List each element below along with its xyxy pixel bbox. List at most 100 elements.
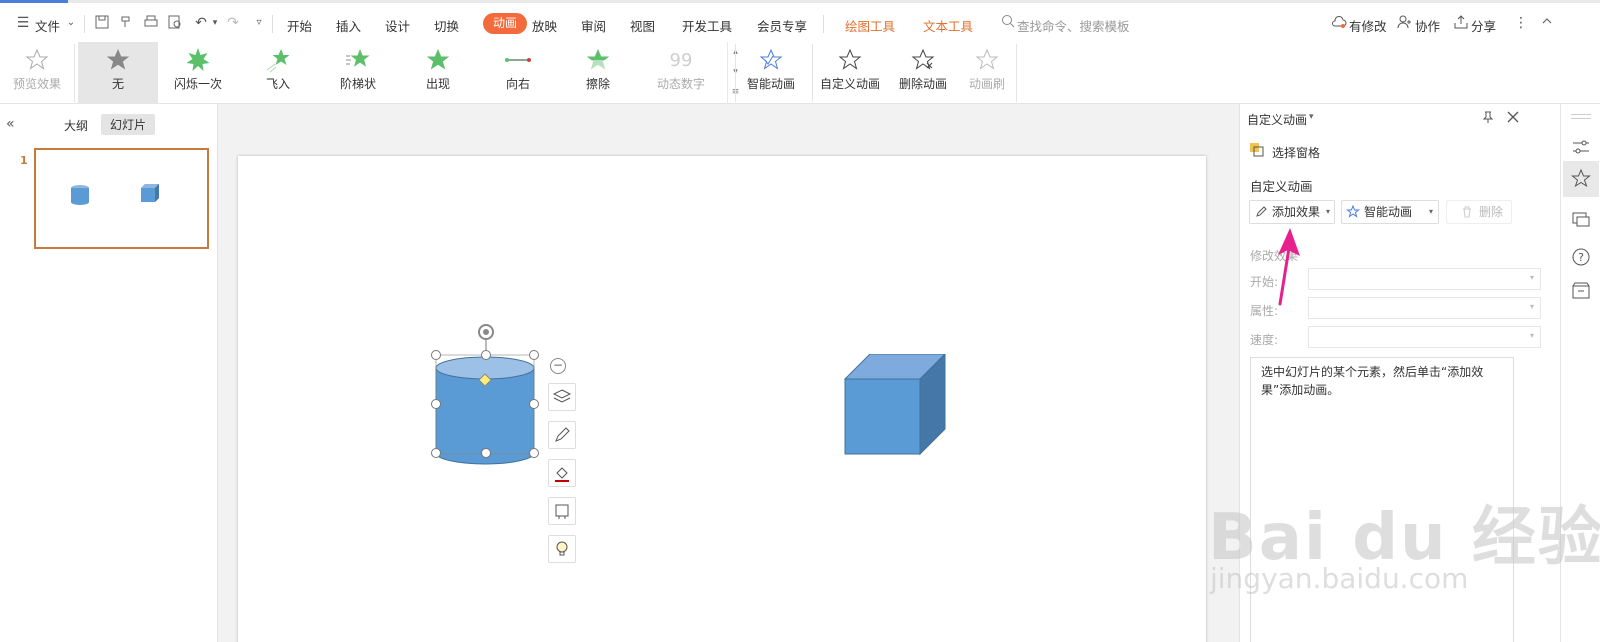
tab-home[interactable]: 开始 [287, 16, 312, 35]
search-input[interactable]: 查找命令、搜索模板 [1017, 16, 1130, 35]
save-icon[interactable] [93, 14, 111, 32]
star-outline-icon[interactable] [1570, 168, 1592, 190]
outline-button[interactable] [548, 421, 576, 449]
delete-animation-button[interactable]: 删除动画 [890, 42, 956, 104]
close-icon[interactable] [1506, 110, 1520, 124]
resize-handle[interactable] [529, 350, 539, 360]
archive-icon[interactable] [1570, 280, 1592, 302]
menu-icon[interactable]: ☰ [14, 14, 32, 32]
hint-text: 选中幻灯片的某个元素，然后单击“添加效果”添加动画。 [1261, 365, 1484, 397]
settings-sliders-icon[interactable] [1570, 136, 1592, 158]
effect-flash-once[interactable]: 闪烁一次 [158, 42, 238, 104]
chevron-down-icon[interactable]: ▾ [1309, 112, 1314, 122]
print-preview-icon[interactable] [166, 14, 184, 32]
smart-tips-button[interactable] [548, 535, 576, 563]
chevron-down-icon: ▾ [1529, 302, 1534, 311]
tab-view[interactable]: 视图 [630, 16, 655, 35]
customize-toolbar-icon[interactable]: ▿ [250, 14, 268, 32]
effect-stairs[interactable]: 阶梯状 [318, 42, 398, 104]
collapse-ribbon-icon[interactable] [1538, 14, 1556, 32]
resize-handle[interactable] [529, 399, 539, 409]
tab-outline[interactable]: 大纲 [64, 117, 88, 134]
redo-icon[interactable]: ↷ [224, 14, 242, 32]
help-icon[interactable]: ? [1570, 246, 1592, 268]
collaborate-icon [1396, 14, 1414, 32]
animation-brush-button[interactable]: 动画刷 [958, 42, 1016, 104]
chevron-down-icon: ▾ [1529, 331, 1534, 340]
start-select[interactable]: ▾ [1308, 268, 1541, 290]
tab-animation[interactable]: 动画 [483, 13, 527, 34]
tab-slides[interactable]: 幻灯片 [101, 114, 156, 135]
watermark-url: jingyan.baidu.com [1210, 562, 1469, 595]
tab-drawing-tools[interactable]: 绘图工具 [845, 16, 895, 35]
tab-transition[interactable]: 切换 [434, 16, 459, 35]
effect-move-right[interactable]: 向右 [478, 42, 558, 104]
smart-animation-button[interactable]: 智能动画 [738, 42, 804, 104]
chevron-down-icon[interactable]: ⌄ [62, 14, 80, 32]
save-status[interactable]: 有修改 [1349, 16, 1387, 35]
effect-dynamic-number[interactable]: 99 动态数字 [638, 42, 724, 104]
resize-handle[interactable] [481, 448, 491, 458]
file-menu[interactable]: 文件 [35, 16, 60, 35]
search-icon [999, 14, 1017, 32]
collaborate-button[interactable]: 协作 [1415, 16, 1440, 35]
section-title: 自定义动画 [1250, 179, 1313, 194]
speed-select[interactable]: ▾ [1308, 326, 1541, 348]
star-outline-icon [838, 48, 862, 70]
more-icon[interactable]: ⋮ [1512, 14, 1530, 32]
chevron-down-icon[interactable]: ▾ [206, 14, 224, 32]
tab-developer[interactable]: 开发工具 [682, 16, 732, 35]
animation-brush-icon [975, 48, 999, 70]
tab-review[interactable]: 审阅 [581, 16, 606, 35]
pane-title[interactable]: 自定义动画 [1247, 111, 1307, 128]
print-icon[interactable] [142, 14, 160, 32]
collapse-pane-icon[interactable]: « [6, 116, 15, 132]
pen-icon [555, 427, 570, 442]
layers-button[interactable] [548, 383, 576, 411]
preview-effect-button[interactable]: 预览效果 [4, 42, 70, 104]
star-burst-icon [186, 48, 210, 71]
star-delete-icon [911, 48, 935, 70]
tab-insert[interactable]: 插入 [336, 16, 361, 35]
cylinder-shape[interactable] [428, 318, 548, 468]
format-painter-icon[interactable] [117, 14, 135, 32]
slide-canvas[interactable]: − [238, 156, 1206, 642]
resize-handle[interactable] [431, 399, 441, 409]
effect-none[interactable]: 无 [78, 42, 158, 104]
tab-slideshow[interactable]: 放映 [532, 16, 557, 35]
cube-shape[interactable] [843, 354, 948, 457]
crop-button[interactable] [548, 497, 576, 525]
path-right-icon [505, 58, 531, 62]
cloud-sync-icon [1330, 14, 1348, 32]
add-effect-button[interactable]: 添加效果 ▾ [1249, 200, 1335, 224]
resize-handle[interactable] [529, 448, 539, 458]
effect-wipe[interactable]: 擦除 [558, 42, 638, 104]
chevron-down-icon: ▾ [1428, 207, 1433, 216]
share-button[interactable]: 分享 [1471, 16, 1496, 35]
collapse-toolbar-icon[interactable]: − [550, 358, 566, 374]
resize-handle[interactable] [431, 350, 441, 360]
layers-icon [552, 389, 572, 403]
resize-handle[interactable] [431, 448, 441, 458]
effect-fly-in[interactable]: 飞入 [238, 42, 318, 104]
star-appear-icon [426, 49, 450, 70]
property-select[interactable]: ▾ [1308, 297, 1541, 319]
delete-button[interactable]: 删除 [1446, 200, 1512, 224]
tab-design[interactable]: 设计 [385, 16, 410, 35]
resize-handle[interactable] [481, 350, 491, 360]
transition-icon[interactable] [1570, 208, 1592, 230]
custom-animation-button[interactable]: 自定义动画 [815, 42, 885, 104]
smart-animation-dropdown[interactable]: 智能动画 ▾ [1341, 200, 1439, 224]
tab-member[interactable]: 会员专享 [757, 16, 807, 35]
selection-pane-link[interactable]: 选择窗格 [1272, 144, 1320, 161]
star-stairs-icon [346, 49, 370, 67]
fill-button[interactable] [548, 459, 576, 487]
lightbulb-icon [556, 541, 568, 556]
effect-appear[interactable]: 出现 [398, 42, 478, 104]
svg-text:?: ? [1578, 251, 1584, 264]
tab-text-tools[interactable]: 文本工具 [923, 16, 973, 35]
star-wipe-icon [586, 49, 610, 72]
pin-icon[interactable] [1481, 110, 1495, 124]
smart-star-icon [759, 48, 783, 70]
slide-thumbnail[interactable] [34, 148, 209, 249]
